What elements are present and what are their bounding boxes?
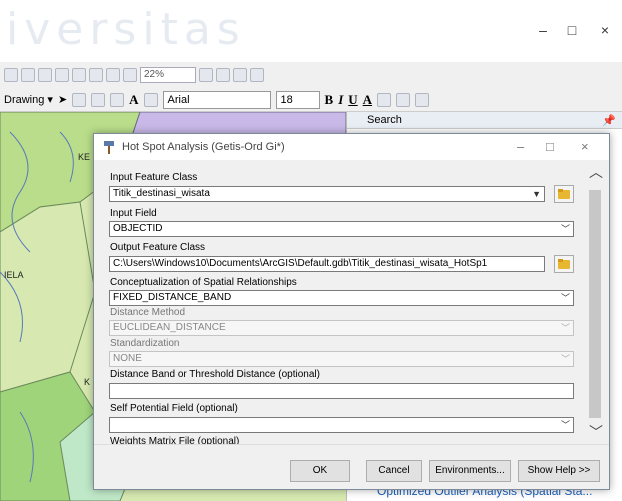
standardization-label: Standardization	[110, 338, 180, 349]
distance-method-label: Distance Method	[110, 307, 186, 318]
chevron-down-icon: ﹀	[560, 323, 570, 333]
fixed-zoom-icon[interactable]	[38, 68, 52, 82]
input-feature-class-select[interactable]: Titik_destinasi_wisata ▼	[109, 186, 545, 202]
underline-button[interactable]: U	[348, 92, 357, 108]
toggle-draft-mode-icon[interactable]	[199, 68, 213, 82]
browse-folder-button[interactable]	[554, 255, 574, 273]
chevron-down-icon: ﹀	[560, 420, 570, 430]
dialog-title-bar: Hot Spot Analysis (Getis-Ord Gi*)	[94, 134, 609, 160]
dialog-footer: OK Cancel Environments... Show Help >>	[94, 444, 609, 489]
input-field-select[interactable]: OBJECTID ﹀	[109, 221, 574, 237]
maximize-button[interactable]: □	[557, 22, 587, 38]
close-button[interactable]: ×	[590, 22, 620, 38]
dialog-maximize-button[interactable]: □	[546, 139, 554, 154]
map-label: IELA	[4, 270, 24, 280]
fixed-zoom-out-icon[interactable]	[55, 68, 69, 82]
app-title-bar: iversitas – □ ×	[0, 0, 622, 62]
change-layout-icon[interactable]	[233, 68, 247, 82]
focus-data-frame-icon[interactable]	[216, 68, 230, 82]
standardization-value: NONE	[113, 353, 142, 364]
line-color-icon[interactable]	[396, 92, 411, 107]
scroll-up-icon[interactable]: ︿	[589, 162, 603, 182]
distance-band-label: Distance Band or Threshold Distance (opt…	[110, 369, 320, 380]
distance-method-value: EUCLIDEAN_DISTANCE	[113, 322, 226, 333]
chevron-down-icon: ﹀	[560, 293, 570, 303]
bold-button[interactable]: B	[325, 92, 334, 108]
watermark-text: iversitas	[6, 4, 246, 55]
dialog-close-button[interactable]: ×	[581, 139, 589, 154]
dialog-title: Hot Spot Analysis (Getis-Ord Gi*)	[122, 141, 285, 153]
conceptualization-select[interactable]: FIXED_DISTANCE_BAND ﹀	[109, 290, 574, 306]
show-help-button[interactable]: Show Help >>	[518, 460, 600, 482]
italic-button[interactable]: I	[338, 92, 343, 108]
select-elements-icon[interactable]: ➤	[58, 93, 67, 106]
chevron-down-icon: ﹀	[560, 354, 570, 364]
ok-button[interactable]: OK	[290, 460, 350, 482]
input-feature-class-label: Input Feature Class	[110, 172, 198, 183]
dialog-minimize-button[interactable]: –	[517, 139, 524, 154]
zoom-to-selected-icon[interactable]	[91, 92, 106, 107]
font-color-button[interactable]: A	[363, 92, 372, 108]
layout-toolbar: 22%	[0, 62, 622, 88]
standardization-select[interactable]: NONE ﹀	[109, 351, 574, 367]
self-potential-label: Self Potential Field (optional)	[110, 403, 238, 414]
conceptualization-label: Conceptualization of Spatial Relationshi…	[110, 277, 297, 288]
dialog-scrollbar[interactable]: ︿ ﹀	[585, 160, 605, 444]
map-label: KE	[78, 152, 91, 162]
text-tool-icon[interactable]: A	[129, 92, 138, 108]
hot-spot-analysis-dialog: Hot Spot Analysis (Getis-Ord Gi*) – □ × …	[93, 133, 610, 490]
distance-method-select[interactable]: EUCLIDEAN_DISTANCE ﹀	[109, 320, 574, 336]
data-driven-pages-icon[interactable]	[250, 68, 264, 82]
hammer-tool-icon	[104, 141, 114, 154]
zoom-whole-page-icon[interactable]	[72, 68, 86, 82]
zoom-100-icon[interactable]	[89, 68, 103, 82]
input-field-label: Input Field	[110, 208, 157, 219]
input-field-value: OBJECTID	[113, 223, 163, 234]
font-size-select[interactable]: 18	[275, 90, 320, 109]
dropdown-arrow-icon: ▼	[532, 189, 541, 199]
output-feature-class-input[interactable]: C:\Users\Windows10\Documents\ArcGIS\Defa…	[109, 256, 545, 272]
map-label: K	[84, 377, 91, 387]
zoom-percent-select[interactable]: 22%	[140, 67, 196, 83]
font-name-select[interactable]: Arial	[162, 90, 271, 109]
next-extent-icon[interactable]	[123, 68, 137, 82]
pin-icon[interactable]: 📌	[602, 113, 616, 130]
fill-color-icon[interactable]	[377, 92, 392, 107]
search-panel-title: Search	[367, 114, 402, 126]
output-feature-class-label: Output Feature Class	[110, 242, 206, 253]
cancel-button[interactable]: Cancel	[366, 460, 422, 482]
zoom-in-page-icon[interactable]	[4, 68, 18, 82]
chevron-down-icon: ﹀	[560, 224, 570, 234]
rotate-icon[interactable]	[72, 92, 87, 107]
weights-matrix-label: Weights Matrix File (optional)	[110, 436, 240, 444]
marker-color-icon[interactable]	[415, 92, 430, 107]
zoom-out-page-icon[interactable]	[21, 68, 35, 82]
dialog-parameters: Input Feature Class Titik_destinasi_wisa…	[94, 160, 609, 444]
edit-vertices-icon[interactable]	[143, 92, 158, 107]
scroll-down-icon[interactable]: ﹀	[589, 422, 603, 442]
search-panel-header: Search 📌	[347, 112, 622, 129]
conceptualization-value: FIXED_DISTANCE_BAND	[113, 292, 232, 303]
drawing-menu[interactable]: Drawing ▾	[4, 93, 53, 106]
scroll-thumb[interactable]	[589, 190, 601, 418]
environments-button[interactable]: Environments...	[429, 460, 511, 482]
browse-folder-button[interactable]	[554, 185, 574, 203]
previous-extent-icon[interactable]	[106, 68, 120, 82]
draw-toolbar: Drawing ▾ ➤ A Arial 18 B I U A	[0, 88, 622, 112]
self-potential-select[interactable]: ﹀	[109, 417, 574, 433]
rectangle-icon[interactable]	[110, 92, 125, 107]
distance-band-input[interactable]	[109, 383, 574, 399]
input-feature-class-value: Titik_destinasi_wisata	[113, 188, 210, 199]
minimize-button[interactable]: –	[528, 22, 558, 38]
